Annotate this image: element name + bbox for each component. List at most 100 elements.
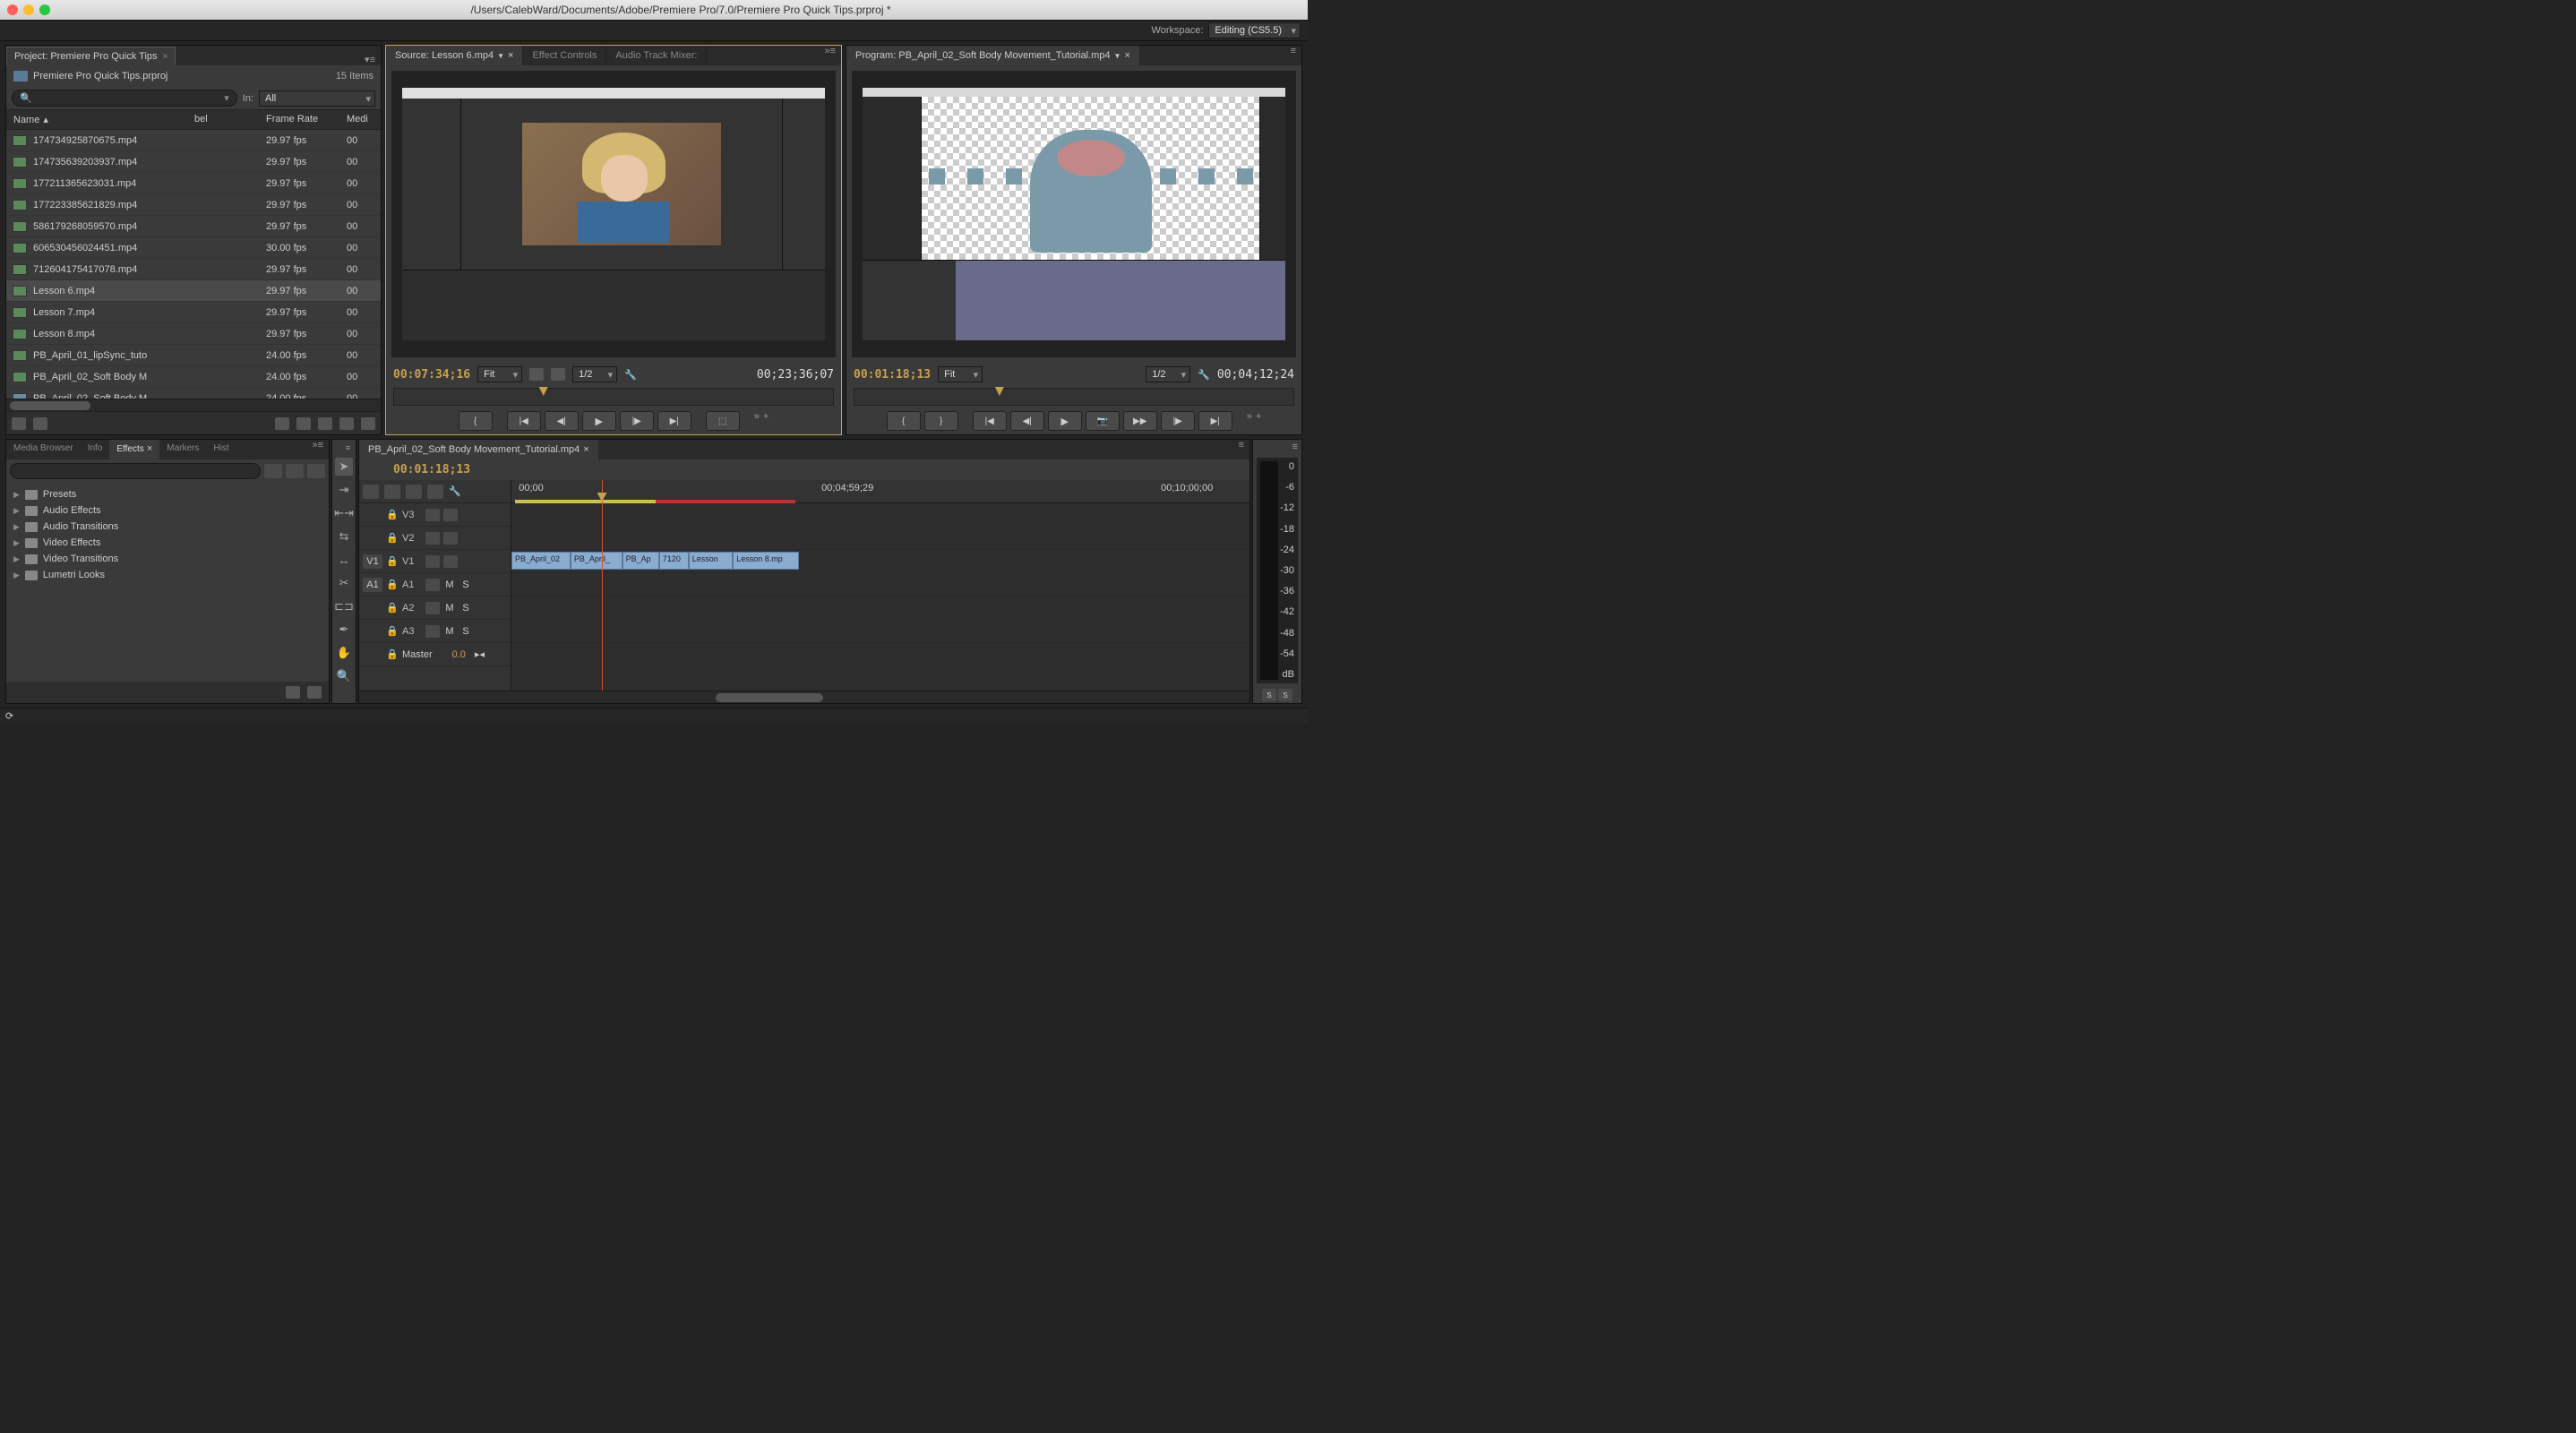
timeline-clip[interactable]: 7120 [659,552,689,570]
slip-tool[interactable]: ⊏⊐ [335,597,353,615]
rolling-edit-tool[interactable]: ⇆ [335,528,353,545]
video-track-header[interactable]: V1🔒V1 [359,550,511,573]
go-to-out-button[interactable]: ▶| [657,411,691,431]
trash-icon[interactable] [361,417,375,430]
new-bin-icon[interactable] [286,686,300,699]
linked-selection-icon[interactable] [384,485,400,499]
program-timecode-in[interactable]: 00:01:18;13 [854,368,931,382]
icon-view-icon[interactable] [33,417,47,430]
snapshot-button[interactable]: 📷 [1086,411,1120,431]
solo-right-button[interactable]: S [1278,689,1292,701]
audio-track-header[interactable]: 🔒A3MS [359,620,511,643]
asset-row[interactable]: PB_April_02_Soft Body M24.00 fps00 [6,366,381,388]
sequence-tab[interactable]: PB_April_02_Soft Body Movement_Tutorial.… [359,440,598,459]
asset-row[interactable]: Lesson 6.mp429.97 fps00 [6,280,381,302]
step-forward-button[interactable]: |▶ [1161,411,1195,431]
trash-icon[interactable] [307,686,322,699]
tab-info[interactable]: Info [81,440,110,459]
tab-hist[interactable]: Hist [206,440,236,459]
effect-controls-tab[interactable]: Effect Controls [523,46,606,65]
more-icon[interactable]: » [1247,411,1252,431]
track-v1-lane[interactable]: PB_April_02PB_April_PB_Ap7120LessonLesso… [511,550,1249,573]
column-media[interactable]: Medi [347,114,379,125]
source-tab[interactable]: Source: Lesson 6.mp4▼× [386,46,523,65]
asset-row[interactable]: PB_April_01_lipSync_tuto24.00 fps00 [6,345,381,366]
go-to-in-button[interactable]: |◀ [973,411,1007,431]
insert-button[interactable]: ⬚ [706,411,740,431]
source-time-ruler[interactable] [393,388,834,406]
step-back-button[interactable]: ◀| [545,411,579,431]
effects-folder[interactable]: ▶Video Transitions [6,551,329,567]
go-to-in-button[interactable]: |◀ [507,411,541,431]
wrench-icon[interactable]: 🔧 [1198,369,1210,381]
go-to-next-button[interactable]: ▶▶ [1123,411,1157,431]
timeline-clip[interactable]: PB_April_ [571,552,623,570]
column-framerate[interactable]: Frame Rate [266,114,347,125]
effects-folder[interactable]: ▶Presets [6,486,329,502]
wrench-icon[interactable]: 🔧 [624,369,637,381]
source-viewport[interactable] [391,71,836,357]
close-icon[interactable]: × [163,52,168,62]
asset-row[interactable]: 174734925870675.mp429.97 fps00 [6,130,381,151]
asset-row[interactable]: Lesson 8.mp429.97 fps00 [6,323,381,345]
program-time-ruler[interactable] [854,388,1294,406]
tab-media-browser[interactable]: Media Browser [6,440,81,459]
step-back-button[interactable]: ◀| [1010,411,1044,431]
panel-menu-icon[interactable]: ≡ [1233,440,1249,459]
solo-left-button[interactable]: S [1262,689,1276,701]
panel-menu-icon[interactable]: ≡ [1289,440,1301,454]
fx-badge-icon[interactable] [264,464,282,478]
effects-folder[interactable]: ▶Lumetri Looks [6,567,329,583]
track-a2-lane[interactable] [511,596,1249,620]
track-a3-lane[interactable] [511,620,1249,643]
audio-mixer-tab[interactable]: Audio Track Mixer: [606,46,707,65]
mark-in-button[interactable]: { [887,411,921,431]
play-button[interactable]: ▶ [1048,411,1082,431]
asset-row[interactable]: PB_April_02_Soft Body M24.00 fps00 [6,388,381,399]
rate-stretch-tool[interactable]: ↔ [335,551,353,569]
mark-out-button[interactable]: } [924,411,958,431]
add-button-icon[interactable]: + [763,411,769,431]
timeline-clip[interactable]: Lesson 8.mp [733,552,799,570]
settings-icon[interactable] [427,485,443,499]
track-v3-lane[interactable] [511,503,1249,527]
source-resolution-dropdown[interactable]: 1/2 [572,366,617,382]
video-track-header[interactable]: 🔒V2 [359,527,511,550]
zoom-window-icon[interactable] [39,4,50,15]
timeline-tracks-area[interactable]: 00;00 00;04;59;29 00;10;00;00 PB_April_0… [511,480,1249,691]
panel-menu-icon[interactable]: »≡ [819,46,841,65]
find-icon[interactable] [296,417,311,430]
source-timecode-in[interactable]: 00:07:34;16 [393,368,470,382]
horizontal-scrollbar[interactable] [6,399,381,411]
audio-track-header[interactable]: 🔒A2MS [359,596,511,620]
new-bin-icon[interactable] [318,417,332,430]
track-select-tool[interactable]: ⇥ [335,481,353,499]
mark-in-button[interactable]: { [459,411,493,431]
close-icon[interactable]: × [583,444,588,455]
project-search-input[interactable]: 🔍 [12,90,237,107]
fx-32-icon[interactable] [286,464,304,478]
settings-icon[interactable] [529,368,544,381]
panel-menu-icon[interactable]: ▾≡ [359,54,381,65]
automate-icon[interactable] [275,417,289,430]
asset-row[interactable]: Lesson 7.mp429.97 fps00 [6,302,381,323]
list-view-icon[interactable] [12,417,26,430]
panel-menu-icon[interactable]: ≡ [340,443,356,452]
project-tab[interactable]: Project: Premiere Pro Quick Tips × [6,47,176,65]
program-zoom-dropdown[interactable]: Fit [938,366,983,382]
track-v2-lane[interactable] [511,527,1249,550]
column-name[interactable]: Name ▴ [6,114,194,125]
timeline-ruler[interactable]: 00;00 00;04;59;29 00;10;00;00 [511,480,1249,503]
timeline-clip[interactable]: PB_Ap [623,552,659,570]
hand-tool[interactable]: ✋ [335,644,353,662]
wrench-icon[interactable]: 🔧 [449,485,461,497]
close-icon[interactable]: × [1124,50,1129,61]
effects-folder[interactable]: ▶Audio Transitions [6,519,329,535]
play-button[interactable]: ▶ [582,411,616,431]
tab-effects[interactable]: Effects × [109,440,159,459]
asset-row[interactable]: 712604175417078.mp429.97 fps00 [6,259,381,280]
add-button-icon[interactable]: + [1256,411,1261,431]
timeline-scrollbar[interactable] [359,691,1249,703]
track-a1-lane[interactable] [511,573,1249,596]
effects-folder[interactable]: ▶Video Effects [6,535,329,551]
